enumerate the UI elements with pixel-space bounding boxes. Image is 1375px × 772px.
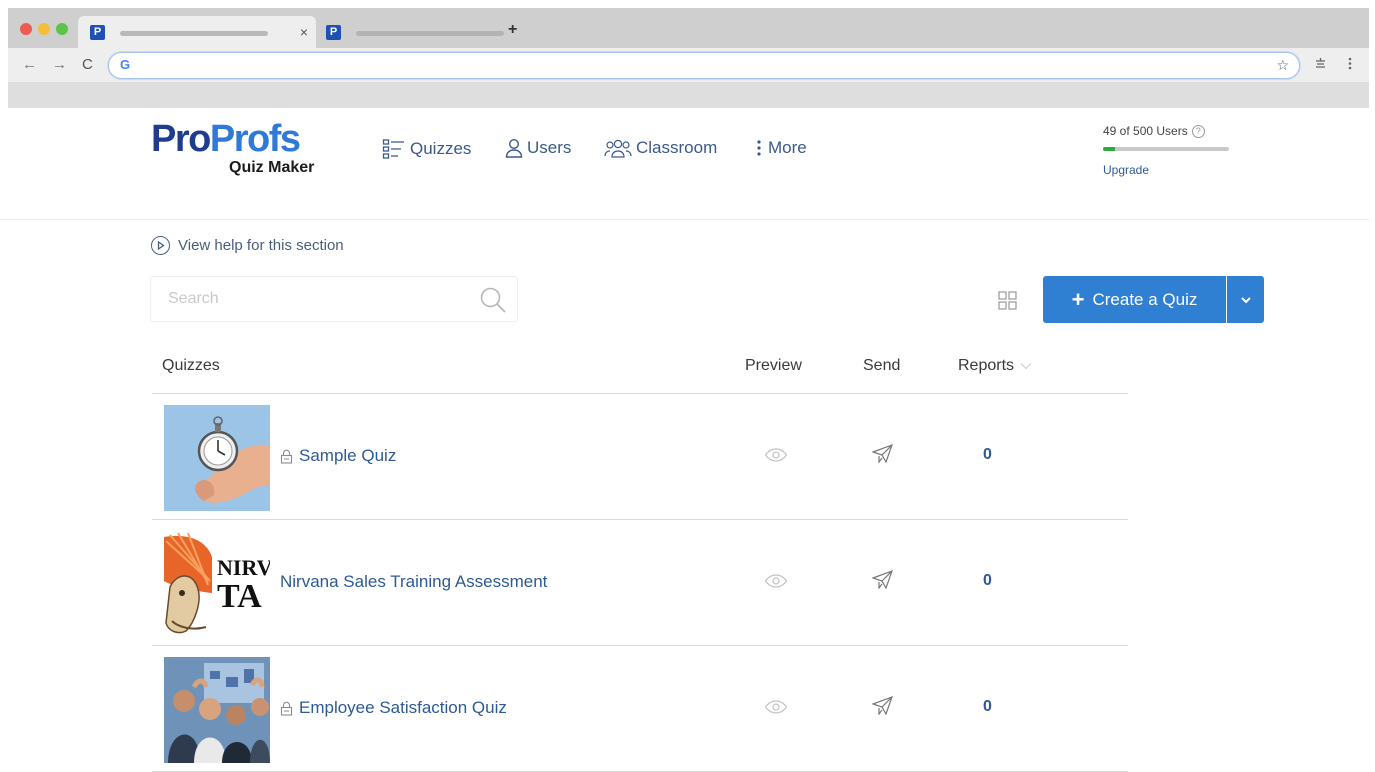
minimize-window-button[interactable]: [38, 23, 50, 35]
play-icon: [151, 236, 170, 255]
nav-more-label: More: [768, 138, 807, 157]
quiz-table: Quizzes Preview Send Reports Sample Quiz…: [152, 346, 1128, 772]
nav-quizzes[interactable]: Quizzes: [382, 138, 471, 160]
tab-strip: P × P +: [8, 8, 1369, 48]
table-row: NIRV TA Nirvana Sales Training Assessmen…: [152, 520, 1128, 646]
send-icon[interactable]: [871, 443, 893, 468]
reports-count[interactable]: 0: [983, 698, 992, 716]
svg-text:TA: TA: [217, 578, 262, 615]
proprofs-logo[interactable]: ProProfs Quiz Maker: [151, 118, 341, 176]
quiz-title-label: Sample Quiz: [299, 446, 397, 465]
reports-count[interactable]: 0: [983, 572, 992, 590]
group-icon: [604, 138, 632, 158]
quiz-thumbnail-employees[interactable]: [164, 657, 270, 763]
app-header: ProProfs Quiz Maker Quizzes Users Classr…: [0, 108, 1369, 220]
eye-icon[interactable]: [764, 574, 788, 593]
eye-icon[interactable]: [764, 448, 788, 467]
bookmark-star-icon[interactable]: ☆: [1276, 57, 1289, 74]
lock-icon: [280, 701, 293, 716]
google-icon: G: [120, 57, 131, 72]
quiz-title-label: Nirvana Sales Training Assessment: [280, 572, 548, 591]
maximize-window-button[interactable]: [56, 23, 68, 35]
view-help-label: View help for this section: [178, 237, 344, 254]
nav-users[interactable]: Users: [505, 138, 571, 158]
browser-tab-inactive[interactable]: P: [314, 16, 504, 48]
quiz-title-link[interactable]: Sample Quiz: [280, 446, 396, 466]
proprofs-favicon-icon: P: [326, 25, 341, 40]
search-box: [150, 276, 518, 322]
reload-icon[interactable]: C: [82, 56, 93, 74]
logo-text-pro: Pro: [151, 118, 211, 160]
address-bar[interactable]: G ☆: [108, 52, 1300, 79]
eye-icon[interactable]: [764, 700, 788, 719]
usage-progress-fill: [1103, 147, 1116, 151]
column-header-reports-label: Reports: [958, 357, 1015, 374]
new-tab-button[interactable]: +: [508, 22, 517, 38]
table-header: Quizzes Preview Send Reports: [152, 346, 1128, 394]
column-header-reports[interactable]: Reports: [958, 357, 1032, 375]
tab-title-placeholder: [356, 31, 504, 36]
lock-icon: [280, 449, 293, 464]
nav-more[interactable]: More: [754, 138, 807, 158]
user-usage: 49 of 500 Users ? Upgrade: [1103, 124, 1243, 177]
logo-subtitle: Quiz Maker: [229, 159, 315, 176]
column-header-send: Send: [863, 357, 901, 374]
browser-toolbar: ← → C G ☆: [8, 48, 1369, 82]
extension-icon[interactable]: [1314, 57, 1327, 74]
reports-count[interactable]: 0: [983, 446, 992, 464]
sort-chevron-icon[interactable]: [1020, 357, 1032, 375]
upgrade-link[interactable]: Upgrade: [1103, 163, 1243, 177]
grid-view-icon[interactable]: [998, 291, 1017, 315]
usage-progress-bar: [1103, 147, 1229, 151]
nav-classroom-label: Classroom: [636, 138, 718, 157]
search-input[interactable]: [168, 287, 458, 311]
quizzes-icon: [382, 138, 406, 160]
user-icon: [505, 138, 523, 158]
view-help-link[interactable]: View help for this section: [151, 236, 344, 255]
close-window-button[interactable]: [20, 23, 32, 35]
browser-window: P × P + ← → C G ☆: [8, 8, 1369, 108]
tab-title-placeholder: [120, 31, 268, 36]
back-arrow-icon[interactable]: ←: [22, 56, 37, 74]
nav-quizzes-label: Quizzes: [410, 139, 472, 158]
nav-classroom[interactable]: Classroom: [604, 138, 717, 158]
usage-count-text: 49 of 500 Users: [1103, 124, 1188, 138]
help-icon[interactable]: ?: [1191, 124, 1205, 138]
logo-text-profs: Profs: [209, 118, 301, 160]
column-header-preview: Preview: [745, 357, 802, 374]
nav-users-label: Users: [527, 138, 572, 157]
create-quiz-button[interactable]: + Create a Quiz: [1043, 276, 1226, 323]
send-icon[interactable]: [871, 695, 893, 720]
table-row: Employee Satisfaction Quiz 0: [152, 646, 1128, 772]
create-quiz-label: Create a Quiz: [1092, 289, 1198, 309]
quiz-thumbnail-stopwatch[interactable]: [164, 405, 270, 511]
column-header-quizzes: Quizzes: [162, 357, 220, 374]
kebab-icon: [754, 138, 764, 158]
forward-arrow-icon[interactable]: →: [52, 56, 67, 74]
chevron-down-icon: [1240, 291, 1252, 309]
quiz-title-label: Employee Satisfaction Quiz: [299, 698, 507, 717]
browser-menu-icon[interactable]: [1348, 57, 1352, 74]
create-options-dropdown[interactable]: [1227, 276, 1264, 323]
svg-text:NIRV: NIRV: [217, 555, 270, 580]
proprofs-favicon-icon: P: [90, 25, 105, 40]
quiz-title-link[interactable]: Nirvana Sales Training Assessment: [280, 572, 547, 592]
browser-tab-active[interactable]: P ×: [78, 16, 316, 48]
quiz-thumbnail-nirvana[interactable]: NIRV TA: [164, 531, 270, 637]
search-icon[interactable]: [479, 286, 507, 319]
send-icon[interactable]: [871, 569, 893, 594]
quiz-title-link[interactable]: Employee Satisfaction Quiz: [280, 698, 507, 718]
table-row: Sample Quiz 0: [152, 394, 1128, 520]
plus-icon: +: [1071, 286, 1085, 312]
tab-close-button[interactable]: ×: [300, 24, 308, 40]
